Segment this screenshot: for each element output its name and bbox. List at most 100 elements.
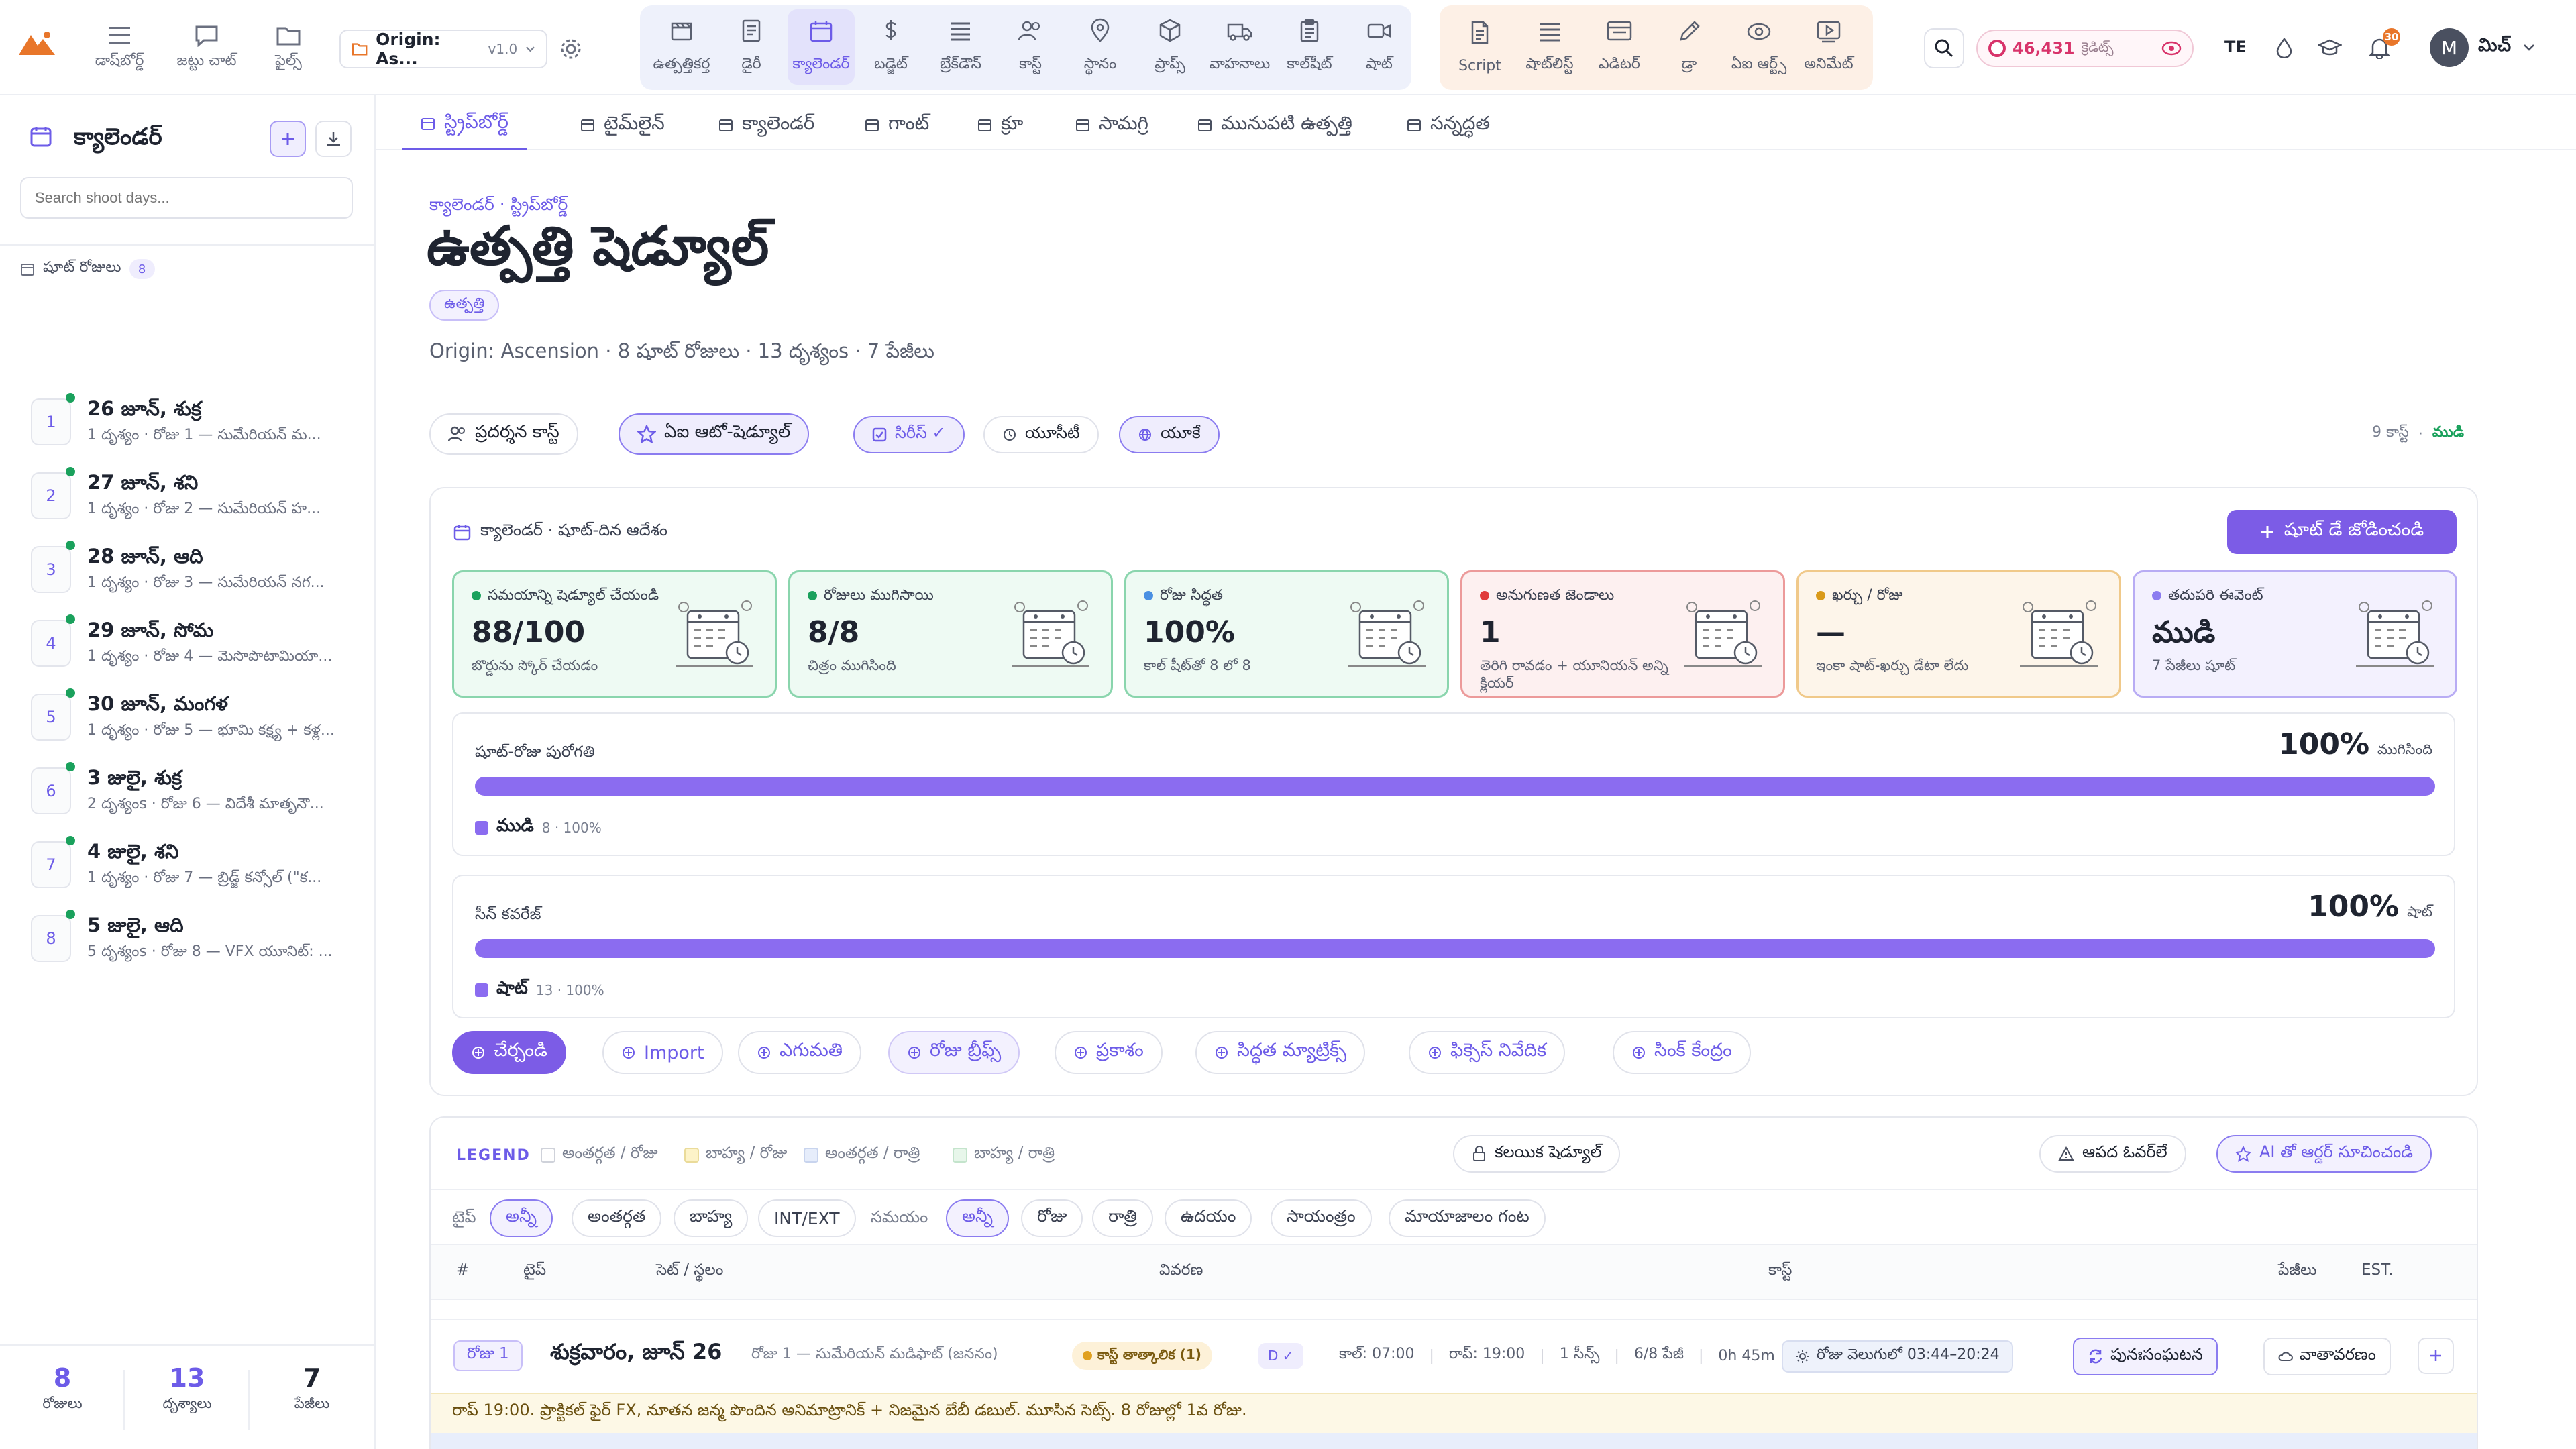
column-header[interactable]: వివరణ (1159, 1261, 1203, 1283)
ai-order-button[interactable]: AI తో ఆర్డర్ సూచించండి (2216, 1135, 2432, 1173)
type-filter-chip[interactable]: INT/EXT (758, 1199, 856, 1237)
lock-schedule-button[interactable]: కలయిక షెడ్యూల్ (1453, 1135, 1621, 1173)
tool-editor[interactable]: ఎడిటర్ (1586, 9, 1653, 85)
user-menu[interactable]: మిచ్ (2478, 35, 2535, 60)
cast-chip[interactable]: ప్రదర్శన కాస్ట్ (429, 413, 578, 455)
time-filter-chip[interactable]: ఉదయం (1165, 1199, 1252, 1237)
tool-animate[interactable]: అనిమేట్ (1795, 9, 1862, 85)
fixes-report-button[interactable]: ఫిక్సెస్ నివేదిక (1409, 1031, 1566, 1074)
avatar[interactable]: M (2430, 28, 2469, 67)
import-button[interactable]: Import (602, 1031, 723, 1074)
tool-draw[interactable]: డ్రా (1656, 9, 1723, 85)
sidebar-day-4[interactable]: 4 29 జూన్, సోమ 1 దృశ్యం · రోజు 4 — మెసొపొట… (31, 610, 353, 676)
rebuild-button[interactable]: పునఃసంఘటన (2073, 1338, 2218, 1375)
sidebar-day-7[interactable]: 7 4 జులై, శని 1 దృశ్యం · రోజు 7 — బ్రిడ్జ్… (31, 832, 353, 898)
stat-card-days-wrapped[interactable]: రోజులు ముగిసాయి 8/8 చిత్రం ముగిసింది (788, 570, 1113, 698)
stat-card-day-readiness[interactable]: రోజు సిద్ధత 100% కాల్ షీట్‌తో 8 లో 8 (1124, 570, 1449, 698)
column-header[interactable]: సెట్ / స్థలం (656, 1261, 723, 1283)
add-day-button[interactable] (270, 121, 306, 157)
sync-center-button[interactable]: సింక్ కేంద్రం (1613, 1031, 1751, 1074)
status-dot (66, 393, 75, 402)
language-toggle[interactable]: TE (2224, 38, 2247, 56)
hazard-overlay-button[interactable]: ఆపద ఓవర్‌లే (2039, 1135, 2186, 1173)
tab-calendar[interactable]: క్యాలెండర్ (700, 101, 833, 150)
series-chip[interactable]: సిరీస్ ✓ (853, 416, 965, 453)
column-header[interactable]: టైప్ (523, 1261, 546, 1283)
tool-shotlist[interactable]: షాట్‌లిస్ట్ (1516, 9, 1583, 85)
export-button[interactable]: ఎగుమతి (738, 1031, 861, 1074)
tool-shot[interactable]: షాట్ (1346, 9, 1413, 85)
credits-badge[interactable]: 46,431 క్రెడిట్స్ (1976, 30, 2194, 67)
uk-chip[interactable]: యూకే (1119, 416, 1220, 453)
notifications-button[interactable]: 30 (2363, 28, 2400, 64)
tab-stripboard[interactable]: స్ట్రిప్‌బోర్డ్ (402, 101, 527, 150)
stat-card-next-event[interactable]: తదుపరి ఈవెంట్ ముడి 7 పేజీలు షూట్ (2133, 570, 2457, 698)
tool-vehicles[interactable]: వాహనాలు (1206, 9, 1273, 85)
app-logo[interactable] (17, 30, 56, 56)
link-icon (1631, 1045, 1646, 1060)
tool-cast[interactable]: కాస్ట్ (997, 9, 1064, 85)
settings-button[interactable] (554, 32, 588, 66)
sidebar-day-8[interactable]: 8 5 జులై, ఆది 5 దృశ్యంs · రోజు 8 — VFX యూన… (31, 906, 353, 971)
time-filter-chip[interactable]: రాత్రి (1092, 1199, 1153, 1237)
column-header[interactable]: కాస్ట్ (1768, 1261, 1792, 1283)
sidebar-day-6[interactable]: 6 3 జులై, శుక్ర 2 దృశ్యంs · రోజు 6 — విదేశ… (31, 758, 353, 824)
theme-button[interactable] (2267, 31, 2301, 64)
lighting-button[interactable]: ప్రకాశం (1055, 1031, 1163, 1074)
column-header[interactable]: పేజీలు (2278, 1261, 2316, 1283)
tool-props[interactable]: ప్రాప్స్ (1136, 9, 1203, 85)
day-briefs-button[interactable]: రోజు బ్రీఫ్స్ (888, 1031, 1020, 1074)
time-filter-chip[interactable]: మాయాజాలం గంట (1389, 1199, 1546, 1237)
project-selector[interactable]: Origin: As... v1.0 (339, 30, 547, 68)
nav-team-chat[interactable]: జట్టు చాట్ (166, 9, 247, 87)
ai-schedule-chip[interactable]: ఏఐ ఆటో-షెడ్యూల్ (619, 413, 810, 455)
tool-producer[interactable]: ఉత్పత్తికర్త (648, 9, 715, 85)
tool-breakdown[interactable]: బ్రేక్‌డౌన్ (927, 9, 994, 85)
tab-gantt[interactable]: గాంట్ (847, 101, 948, 150)
download-button[interactable] (315, 121, 352, 157)
tab-readiness[interactable]: సన్నద్ధత (1389, 101, 1509, 150)
tab-crew[interactable]: క్రూ (959, 101, 1042, 150)
tab-timeline[interactable]: టైమ్‌లైన్ (562, 101, 684, 150)
tool-ai-arts[interactable]: ఏఐ ఆర్ట్స్ (1725, 9, 1792, 85)
tool-budget[interactable]: బడ్జెట్ (857, 9, 924, 85)
sidebar-day-5[interactable]: 5 30 జూన్, మంగళ 1 దృశ్యం · రోజు 5 — భూమి క… (31, 684, 353, 750)
add-button[interactable]: చేర్చండి (452, 1031, 566, 1074)
nav-files[interactable]: ఫైల్స్ (248, 9, 329, 87)
column-header[interactable]: EST. (2361, 1261, 2394, 1279)
time-filter-chip[interactable]: సాయంత్రం (1271, 1199, 1372, 1237)
column-header[interactable]: # (456, 1261, 469, 1279)
utc-chip[interactable]: యూసీటీ (983, 416, 1099, 453)
card-value: — (1816, 615, 1845, 649)
strip-row[interactable] (431, 1433, 2477, 1449)
sidebar-day-1[interactable]: 1 26 జూన్, శుక్ర 1 దృశ్యం · రోజు 1 — సుమేర… (31, 389, 353, 455)
tool-calendar[interactable]: క్యాలెండర్ (788, 9, 855, 85)
tool-location[interactable]: స్థానం (1067, 9, 1134, 85)
time-filter-chip[interactable]: అన్నీ (946, 1199, 1010, 1237)
learn-button[interactable] (2313, 31, 2347, 64)
legend-detail: 8 · 100% (541, 820, 602, 836)
type-filter-chip[interactable]: బాహ్య (674, 1199, 749, 1237)
search-input[interactable] (20, 177, 353, 219)
add-scene-button[interactable] (2418, 1338, 2454, 1374)
stat-card-cost-per-day[interactable]: ఖర్చు / రోజు — ఇంకా షాట్-ఖర్చు డేటా లేదు (1796, 570, 2121, 698)
stat-card-compliance-flags[interactable]: అనుగుణత జెండాలు 1 తెరిగి రావడం + యూనియన్ అ… (1460, 570, 1785, 698)
tool-script[interactable]: Script (1446, 9, 1513, 85)
stat-card-schedule-score[interactable]: సమయాన్ని షెడ్యూల్ చేయండి 88/100 బొర్డును స… (452, 570, 777, 698)
readiness-matrix-button[interactable]: సిద్ధత మ్యాట్రిక్స్ (1195, 1031, 1366, 1074)
add-shoot-day-button[interactable]: షూట్ డే జోడించండి (2227, 510, 2457, 554)
nav-dashboard[interactable]: డాష్‌బోర్డ్ (79, 9, 160, 87)
type-filter-chip[interactable]: అన్నీ (490, 1199, 553, 1237)
tab-equipment[interactable]: సామగ్రి (1057, 101, 1167, 150)
sidebar-day-2[interactable]: 2 27 జూన్, శని 1 దృశ్యం · రోజు 2 — సుమేరియ… (31, 463, 353, 529)
type-filter-chip[interactable]: అంతర్గత (572, 1199, 662, 1237)
tool-callsheet[interactable]: కాల్‌షీట్ (1276, 9, 1343, 85)
weather-button[interactable]: వాతావరణం (2263, 1338, 2391, 1375)
time-filter-chip[interactable]: రోజు (1021, 1199, 1083, 1237)
sidebar-day-3[interactable]: 3 28 జూన్, ఆది 1 దృశ్యం · రోజు 3 — సుమేరియ… (31, 537, 353, 602)
progress-percent-label: ముగిసింది (2377, 741, 2432, 757)
search-button[interactable] (1924, 28, 1964, 68)
tool-diary[interactable]: డైరీ (718, 9, 785, 85)
calendar-illustration-icon (673, 596, 759, 677)
tab-preproduction[interactable]: మునుపటి ఉత్పత్తి (1179, 101, 1371, 150)
